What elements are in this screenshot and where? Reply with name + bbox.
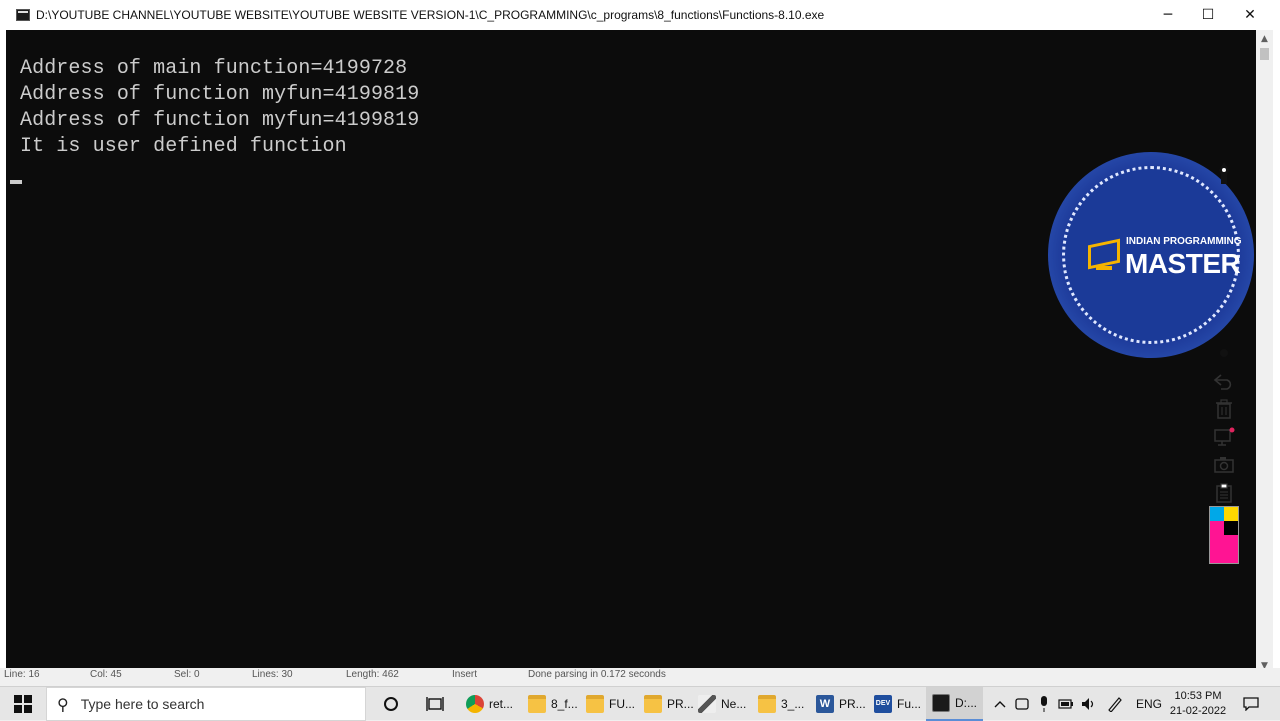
color-swatch-yellow[interactable]: [1224, 507, 1238, 521]
console-line: Address of function myfun=4199819: [20, 83, 420, 106]
color-swatch-cyan[interactable]: [1210, 507, 1224, 521]
title-bar[interactable]: D:\YOUTUBE CHANNEL\YOUTUBE WEBSITE\YOUTU…: [0, 0, 1280, 30]
system-clock[interactable]: 10:53 PM 21-02-2022: [1158, 687, 1238, 721]
color-palette[interactable]: [1209, 506, 1239, 564]
taskbar-app-folder[interactable]: 8_f...: [528, 687, 578, 721]
taskbar-app-label: ret...: [489, 697, 514, 711]
taskbar-app-label: PR...: [667, 697, 694, 711]
taskbar-app-pen[interactable]: Ne...: [698, 687, 746, 721]
volume-icon[interactable]: [1080, 687, 1098, 721]
taskbar-app-label: 3_...: [781, 697, 805, 711]
pen-workspace-icon[interactable]: [1106, 687, 1124, 721]
color-swatch-black[interactable]: [1224, 521, 1238, 535]
folder-icon: [528, 695, 546, 713]
battery-icon[interactable]: [1058, 687, 1074, 721]
devcpp-icon: DEV: [874, 695, 892, 713]
maximize-button[interactable]: ☐: [1186, 0, 1230, 30]
editor-status-bar: Line: 16 Col: 45 Sel: 0 Lines: 30 Length…: [0, 668, 1280, 686]
dot-icon[interactable]: [1208, 340, 1239, 366]
console-line: Address of function myfun=4199819: [20, 109, 420, 132]
scroll-thumb[interactable]: [1260, 48, 1269, 60]
monitor-stand-icon: [1096, 266, 1112, 270]
console-output[interactable]: Address of main function=4199728 Address…: [6, 30, 1256, 674]
clipboard-icon[interactable]: [1208, 480, 1239, 506]
camera-icon[interactable]: [1208, 452, 1239, 478]
start-button[interactable]: [0, 687, 46, 721]
microphone-icon[interactable]: [1036, 687, 1052, 721]
taskbar-app-label: Ne...: [721, 697, 747, 711]
taskbar-app-devcpp[interactable]: DEV Fu...: [874, 687, 921, 721]
search-placeholder: Type here to search: [80, 696, 205, 712]
notification-icon[interactable]: [1238, 687, 1264, 721]
trash-icon[interactable]: [1208, 396, 1239, 422]
taskbar-app-console[interactable]: D:...: [926, 687, 984, 721]
folder-icon: [586, 695, 604, 713]
folder-icon: [758, 695, 776, 713]
taskbar: ⚲ Type here to search ret... 8_f... FU..…: [0, 686, 1280, 721]
taskbar-app-label: PR...: [839, 697, 866, 711]
taskbar-app-label: Fu...: [897, 697, 922, 711]
word-icon: W: [816, 695, 834, 713]
chrome-icon: [466, 695, 484, 713]
taskbar-app-word[interactable]: W PR...: [816, 687, 866, 721]
taskbar-app-label: D:...: [955, 696, 978, 710]
text-cursor: [10, 180, 22, 184]
status-line: Line: 16: [4, 669, 40, 680]
status-lines: Lines: 30: [252, 669, 293, 680]
status-sel: Sel: 0: [174, 669, 200, 680]
pen-icon: [698, 695, 716, 713]
taskbar-app-folder[interactable]: FU...: [586, 687, 635, 721]
scroll-up-icon[interactable]: ▲: [1256, 30, 1273, 47]
taskbar-app-folder[interactable]: PR...: [644, 687, 694, 721]
color-swatch-magenta-2[interactable]: [1224, 535, 1238, 563]
screen-icon[interactable]: [1208, 424, 1239, 450]
window-title: D:\YOUTUBE CHANNEL\YOUTUBE WEBSITE\YOUTU…: [36, 8, 825, 22]
color-swatch-magenta[interactable]: [1210, 521, 1224, 563]
status-col: Col: 45: [90, 669, 122, 680]
taskbar-app-label: 8_f...: [551, 697, 578, 711]
close-button[interactable]: ✕: [1228, 0, 1272, 30]
console-window: D:\YOUTUBE CHANNEL\YOUTUBE WEBSITE\YOUTU…: [0, 0, 1280, 686]
clock-time: 10:53 PM: [1174, 690, 1222, 702]
minimize-button[interactable]: ─: [1146, 0, 1190, 30]
console-icon: [932, 694, 950, 712]
taskbar-search[interactable]: ⚲ Type here to search: [46, 687, 366, 721]
taskbar-app-chrome[interactable]: ret...: [466, 687, 513, 721]
status-length: Length: 462: [346, 669, 399, 680]
undo-icon[interactable]: [1208, 368, 1239, 394]
windows-icon: [14, 695, 32, 713]
status-message: Done parsing in 0.172 seconds: [528, 669, 666, 680]
clock-date: 21-02-2022: [1169, 705, 1227, 717]
search-icon: ⚲: [57, 694, 69, 714]
cortana-icon[interactable]: [380, 687, 402, 721]
taskbar-app-label: FU...: [609, 697, 635, 711]
console-line: It is user defined function: [20, 135, 347, 158]
console-line: Address of main function=4199728: [20, 57, 408, 80]
console-app-icon: [16, 9, 30, 21]
status-mode: Insert: [452, 669, 478, 680]
task-view-icon[interactable]: [424, 687, 446, 721]
taskbar-app-folder[interactable]: 3_...: [758, 687, 804, 721]
meet-now-icon[interactable]: [1014, 687, 1030, 721]
vertical-scrollbar[interactable]: ▲ ▼: [1256, 30, 1273, 674]
pen-tip-icon[interactable]: [1208, 160, 1239, 186]
folder-icon: [644, 695, 662, 713]
chevron-up-icon[interactable]: [992, 687, 1008, 721]
